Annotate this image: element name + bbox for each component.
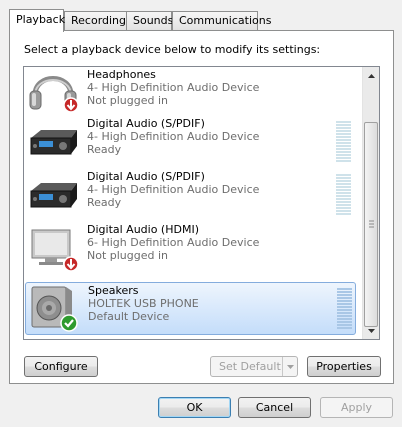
scroll-thumb[interactable]: [364, 122, 378, 327]
vertical-scrollbar[interactable]: [362, 67, 379, 339]
device-item-spdif-2[interactable]: Digital Audio (S/PDIF) 4- High Definitio…: [25, 169, 356, 222]
tab-communications[interactable]: Communications: [172, 11, 271, 30]
headphones-icon: [27, 67, 79, 113]
volume-meter: [336, 121, 351, 163]
set-default-button[interactable]: Set Default: [210, 356, 298, 377]
properties-button[interactable]: Properties: [307, 356, 381, 377]
device-list[interactable]: Headphones 4- High Definition Audio Devi…: [23, 66, 380, 340]
tab-playback[interactable]: Playback: [9, 9, 65, 32]
ok-button[interactable]: OK: [158, 397, 231, 418]
scroll-up-button[interactable]: [363, 67, 379, 84]
device-name: Headphones: [87, 68, 156, 81]
monitor-icon: [27, 224, 79, 272]
cancel-button[interactable]: Cancel: [238, 397, 311, 418]
device-description: 4- High Definition Audio Device: [87, 183, 260, 196]
device-name: Digital Audio (S/PDIF): [87, 170, 205, 183]
device-item-headphones[interactable]: Headphones 4- High Definition Audio Devi…: [25, 67, 356, 116]
device-description: HOLTEK USB PHONE: [88, 297, 199, 310]
device-name: Digital Audio (HDMI): [87, 223, 199, 236]
device-status: Not plugged in: [87, 249, 169, 262]
speaker-icon: [28, 284, 80, 332]
device-status: Ready: [87, 143, 122, 156]
playback-panel: Select a playback device below to modify…: [9, 30, 394, 384]
instruction-text: Select a playback device below to modify…: [24, 43, 321, 56]
device-name: Speakers: [88, 284, 139, 297]
receiver-icon: [27, 118, 79, 166]
receiver-icon: [27, 171, 79, 219]
device-description: 4- High Definition Audio Device: [87, 81, 260, 94]
device-description: 6- High Definition Audio Device: [87, 236, 260, 249]
device-description: 4- High Definition Audio Device: [87, 130, 260, 143]
configure-button[interactable]: Configure: [24, 356, 98, 377]
apply-button[interactable]: Apply: [320, 397, 393, 418]
device-status: Ready: [87, 196, 122, 209]
device-item-spdif-1[interactable]: Digital Audio (S/PDIF) 4- High Definitio…: [25, 116, 356, 169]
device-status: Not plugged in: [87, 94, 169, 107]
set-default-label: Set Default: [219, 360, 281, 373]
volume-meter: [337, 288, 352, 330]
tab-recording[interactable]: Recording: [64, 11, 127, 30]
device-item-speakers[interactable]: Speakers HOLTEK USB PHONE Default Device: [25, 282, 356, 335]
device-name: Digital Audio (S/PDIF): [87, 117, 205, 130]
device-status: Default Device: [88, 310, 170, 323]
volume-meter: [336, 174, 351, 216]
device-item-hdmi[interactable]: Digital Audio (HDMI) 6- High Definition …: [25, 222, 356, 275]
chevron-down-icon[interactable]: [282, 357, 297, 376]
tab-sounds[interactable]: Sounds: [126, 11, 173, 30]
scroll-down-button[interactable]: [363, 322, 379, 339]
